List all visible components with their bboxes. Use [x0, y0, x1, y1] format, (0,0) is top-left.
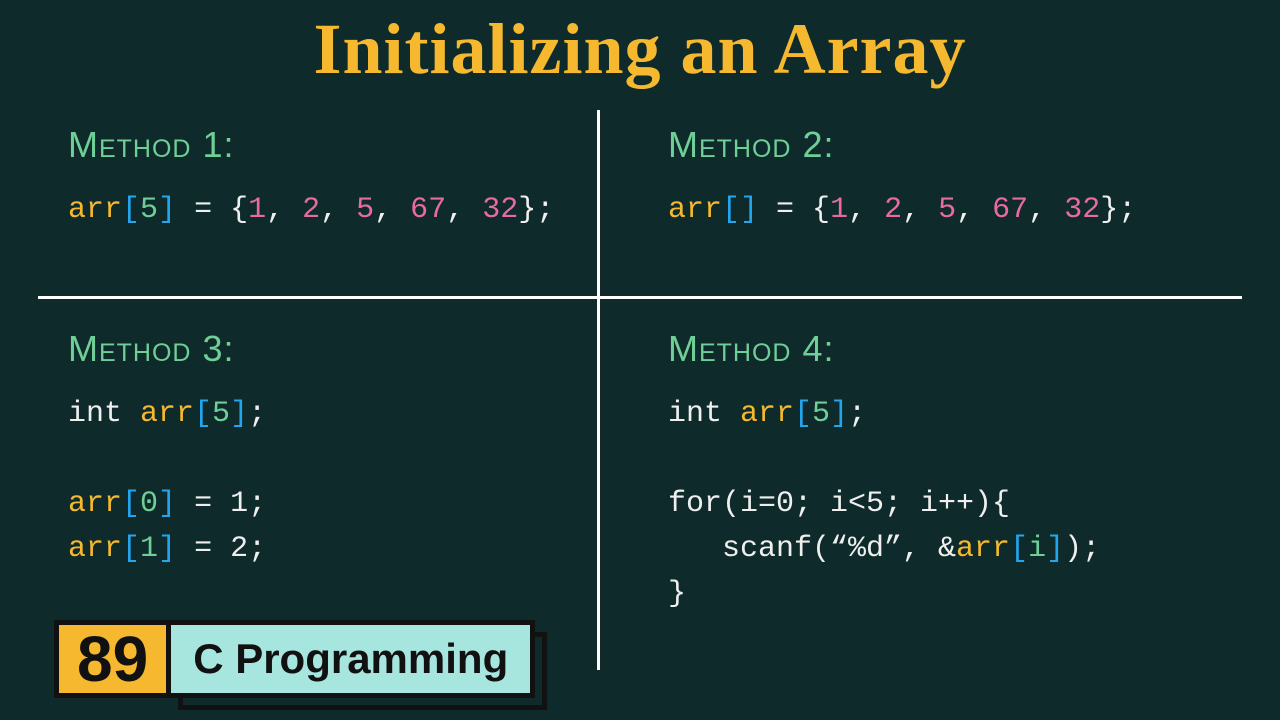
code-token: for(i=0; i<5; i++){ — [668, 487, 1010, 521]
code-token: 32 — [482, 193, 518, 227]
method-2-label: Method 2: — [668, 124, 1280, 166]
code-token: ] — [740, 193, 758, 227]
code-token: , — [374, 193, 410, 227]
code-token: 5 — [140, 193, 158, 227]
code-token: [ — [194, 397, 212, 431]
code-token: }; — [518, 193, 554, 227]
code-token: 1 — [248, 193, 266, 227]
code-token: [ — [1010, 532, 1028, 566]
method-2-code: arr[] = {1, 2, 5, 67, 32}; — [668, 188, 1280, 233]
code-token: = { — [758, 193, 830, 227]
method-3-panel: Method 3: int arr[5]; arr[0] = 1; arr[1]… — [0, 328, 597, 572]
code-token: 1 — [830, 193, 848, 227]
code-token: , — [1028, 193, 1064, 227]
code-token: 1 — [140, 532, 158, 566]
code-token: = { — [176, 193, 248, 227]
code-token: ] — [158, 487, 176, 521]
code-token: ] — [158, 532, 176, 566]
code-token: = 1; — [176, 487, 266, 521]
code-token: ; — [248, 397, 266, 431]
code-token: ] — [830, 397, 848, 431]
code-token: arr — [68, 532, 122, 566]
divider-vertical — [597, 110, 600, 670]
code-token: = 2; — [176, 532, 266, 566]
code-token: , — [266, 193, 302, 227]
code-token: 5 — [212, 397, 230, 431]
code-token: [ — [122, 487, 140, 521]
code-token: arr — [68, 487, 122, 521]
code-token: arr — [956, 532, 1010, 566]
code-token: 5 — [356, 193, 374, 227]
code-token: , — [320, 193, 356, 227]
code-token: , — [956, 193, 992, 227]
method-3-label: Method 3: — [68, 328, 597, 370]
code-token: i — [1028, 532, 1046, 566]
code-token: ] — [1046, 532, 1064, 566]
code-token: , — [848, 193, 884, 227]
code-token: } — [668, 577, 686, 611]
method-1-label: Method 1: — [68, 124, 597, 166]
lesson-title-wrap: C Programming — [166, 620, 535, 698]
code-token: ] — [158, 193, 176, 227]
code-token: scanf(“%d”, & — [668, 532, 956, 566]
method-4-code: int arr[5]; for(i=0; i<5; i++){ scanf(“%… — [668, 392, 1280, 617]
method-4-panel: Method 4: int arr[5]; for(i=0; i<5; i++)… — [620, 328, 1280, 617]
code-token: arr — [140, 397, 194, 431]
code-token: 2 — [884, 193, 902, 227]
code-token: arr — [68, 193, 122, 227]
lesson-badge: 89 C Programming — [54, 620, 535, 698]
code-token: [ — [722, 193, 740, 227]
lesson-number-badge: 89 — [54, 620, 171, 698]
code-token: int — [68, 397, 140, 431]
code-token: 67 — [992, 193, 1028, 227]
code-token: 0 — [140, 487, 158, 521]
page-title: Initializing an Array — [0, 0, 1280, 91]
code-token: ] — [230, 397, 248, 431]
code-token: , — [902, 193, 938, 227]
code-token: }; — [1100, 193, 1136, 227]
code-token: int — [668, 397, 740, 431]
divider-horizontal — [38, 296, 1242, 299]
code-token: 67 — [410, 193, 446, 227]
code-token: ); — [1064, 532, 1100, 566]
code-token: [ — [122, 193, 140, 227]
code-token: 5 — [938, 193, 956, 227]
method-1-code: arr[5] = {1, 2, 5, 67, 32}; — [68, 188, 597, 233]
code-token: 2 — [302, 193, 320, 227]
method-4-label: Method 4: — [668, 328, 1280, 370]
code-token: arr — [740, 397, 794, 431]
code-token: 5 — [812, 397, 830, 431]
method-2-panel: Method 2: arr[] = {1, 2, 5, 67, 32}; — [620, 124, 1280, 233]
code-token: [ — [794, 397, 812, 431]
code-token: , — [446, 193, 482, 227]
code-token: [ — [122, 532, 140, 566]
code-token: 32 — [1064, 193, 1100, 227]
code-token: ; — [848, 397, 866, 431]
lesson-title-badge: C Programming — [166, 620, 535, 698]
method-3-code: int arr[5]; arr[0] = 1; arr[1] = 2; — [68, 392, 597, 572]
code-token: arr — [668, 193, 722, 227]
method-1-panel: Method 1: arr[5] = {1, 2, 5, 67, 32}; — [0, 124, 597, 233]
